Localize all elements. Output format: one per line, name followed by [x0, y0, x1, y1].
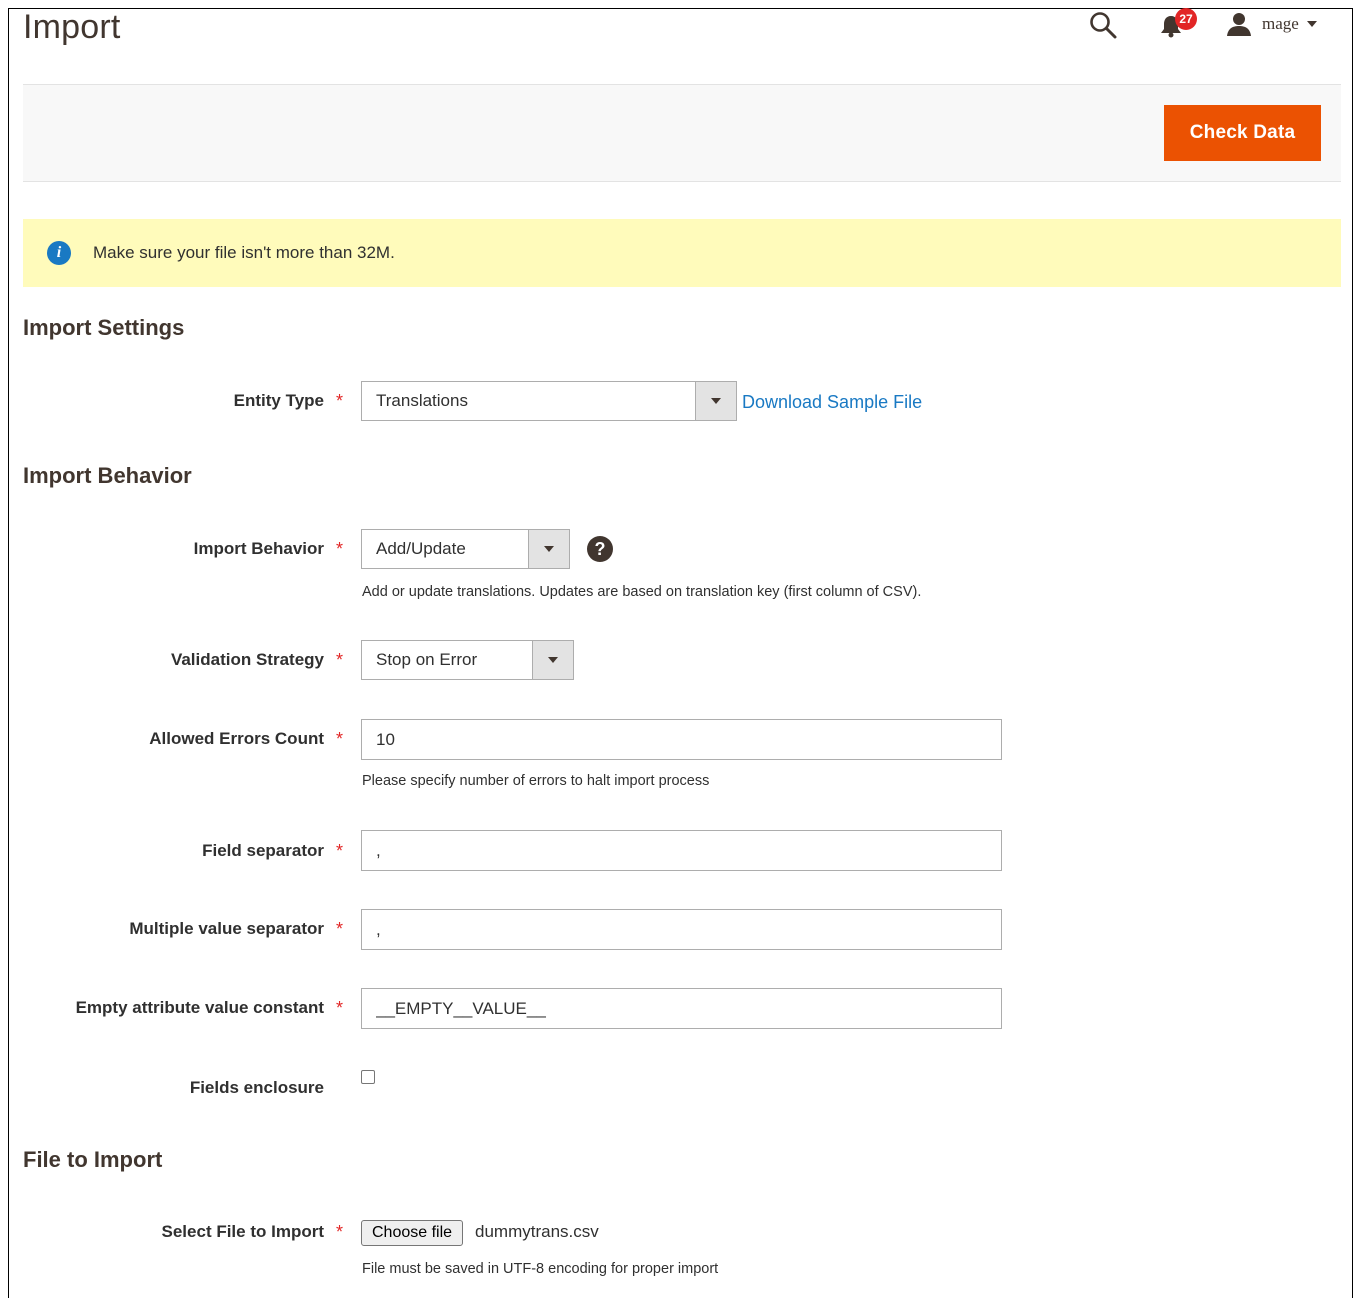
multiple-value-separator-input[interactable]: [361, 909, 1002, 950]
required-marker: *: [336, 841, 344, 861]
select-arrow: [695, 382, 736, 420]
search-button[interactable]: [1088, 10, 1118, 40]
allowed-errors-count-input[interactable]: [361, 719, 1002, 760]
empty-attribute-value-constant-input[interactable]: [361, 988, 1002, 1029]
entity-type-value: Translations: [376, 391, 468, 410]
download-sample-file-link[interactable]: Download Sample File: [742, 392, 922, 413]
required-marker: *: [336, 998, 344, 1018]
section-title-import-settings: Import Settings: [23, 315, 185, 340]
import-behavior-value: Add/Update: [376, 539, 466, 558]
file-size-notice: i Make sure your file isn't more than 32…: [23, 219, 1341, 287]
chevron-down-icon: [711, 398, 721, 404]
field-separator-input[interactable]: [361, 830, 1002, 871]
select-file-note: File must be saved in UTF-8 encoding for…: [362, 1261, 719, 1277]
allowed-errors-count-note: Please specify number of errors to halt …: [362, 773, 710, 789]
field-separator-label: Field separator: [202, 841, 324, 860]
notification-count-badge: 27: [1175, 8, 1197, 30]
import-behavior-note: Add or update translations. Updates are …: [362, 584, 922, 600]
search-icon: [1090, 12, 1117, 39]
import-behavior-select[interactable]: Add/Update: [361, 529, 570, 569]
empty-attribute-value-constant-label: Empty attribute value constant: [75, 998, 324, 1017]
select-arrow: [532, 641, 573, 679]
allowed-errors-count-label: Allowed Errors Count: [149, 729, 324, 748]
validation-strategy-value: Stop on Error: [376, 650, 478, 669]
import-behavior-label: Import Behavior: [193, 539, 324, 558]
entity-type-label: Entity Type: [233, 391, 324, 410]
chevron-down-icon: [544, 546, 554, 552]
required-marker: *: [336, 539, 344, 559]
validation-strategy-select[interactable]: Stop on Error: [361, 640, 574, 680]
select-arrow: [528, 530, 569, 568]
user-menu[interactable]: mage: [1226, 10, 1317, 38]
validation-strategy-label: Validation Strategy: [170, 650, 324, 669]
chevron-down-icon: [548, 657, 558, 663]
required-marker: *: [336, 391, 344, 411]
notice-message: Make sure your file isn't more than 32M.: [93, 243, 395, 262]
fields-enclosure-label: Fields enclosure: [189, 1078, 324, 1097]
selected-file-name: dummytrans.csv: [475, 1222, 599, 1241]
page-title: Import: [23, 8, 121, 46]
multiple-value-separator-label: Multiple value separator: [129, 919, 324, 938]
chevron-down-icon: [1306, 21, 1317, 27]
required-marker: *: [336, 919, 344, 939]
required-marker: *: [336, 729, 344, 749]
select-file-label: Select File to Import: [161, 1222, 324, 1241]
required-marker: *: [336, 650, 344, 670]
info-icon: i: [47, 241, 71, 265]
question-icon[interactable]: ?: [587, 536, 613, 562]
section-title-file-to-import: File to Import: [23, 1147, 163, 1172]
notifications-button[interactable]: 27: [1160, 8, 1200, 42]
user-icon: [1227, 13, 1251, 36]
fields-enclosure-checkbox[interactable]: [361, 1070, 375, 1084]
check-data-button[interactable]: Check Data: [1164, 105, 1321, 161]
section-title-import-behavior: Import Behavior: [23, 463, 192, 488]
entity-type-select[interactable]: Translations: [361, 381, 737, 421]
user-name: mage: [1262, 14, 1299, 33]
page-actions-bar: Check Data: [23, 85, 1341, 182]
choose-file-button[interactable]: Choose file: [361, 1220, 464, 1246]
required-marker: *: [336, 1222, 344, 1242]
